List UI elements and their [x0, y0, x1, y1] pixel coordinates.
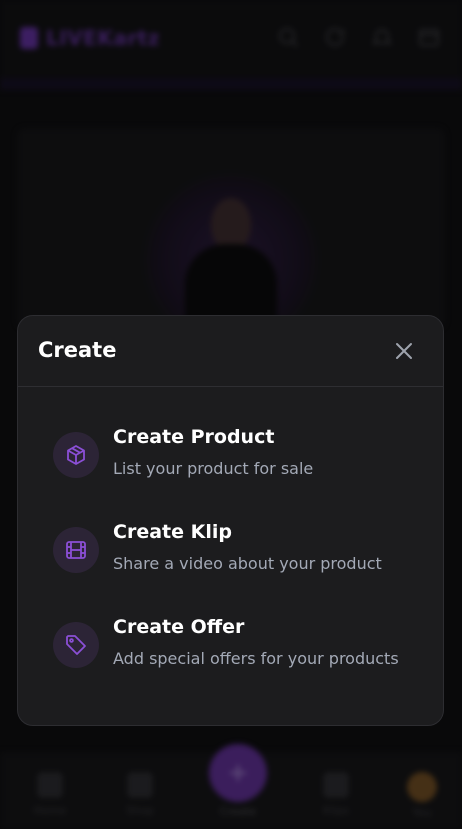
create-klip-description: Share a video about your product	[113, 554, 382, 573]
film-icon	[53, 527, 99, 573]
package-icon	[53, 432, 99, 478]
create-sheet: Create Create Product List your product …	[17, 315, 444, 726]
tag-icon	[53, 622, 99, 668]
sheet-title: Create	[38, 338, 117, 362]
create-product-option[interactable]: Create Product List your product for sal…	[53, 426, 413, 486]
create-klip-title: Create Klip	[113, 521, 232, 543]
create-offer-description: Add special offers for your products	[113, 649, 399, 668]
sheet-header: Create	[18, 316, 443, 387]
close-button[interactable]	[393, 340, 415, 362]
create-offer-option[interactable]: Create Offer Add special offers for your…	[53, 616, 413, 696]
close-icon	[396, 343, 412, 359]
create-product-description: List your product for sale	[113, 459, 314, 478]
create-klip-option[interactable]: Create Klip Share a video about your pro…	[53, 521, 413, 581]
app-screen: LIVEKartz Home Shop Klips You + Create C…	[0, 0, 462, 829]
create-product-title: Create Product	[113, 426, 275, 448]
create-offer-title: Create Offer	[113, 616, 245, 638]
